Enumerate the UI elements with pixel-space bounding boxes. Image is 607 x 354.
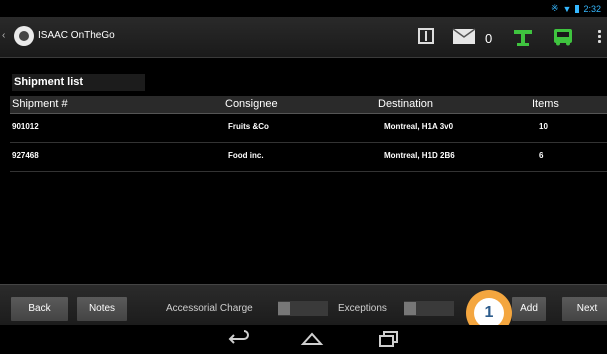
back-nav-icon[interactable] <box>228 330 250 348</box>
callout-number: 1 <box>474 298 504 328</box>
bottom-toolbar: Back Notes Accessorial Charge Exceptions… <box>0 284 607 325</box>
app-title: ISAAC OnTheGo <box>38 30 115 41</box>
cell-consignee: Food inc. <box>228 151 264 160</box>
column-shipment: Shipment # <box>12 98 68 110</box>
cell-destination: Montreal, H1A 3v0 <box>384 122 454 131</box>
plug-icon[interactable] <box>513 29 533 47</box>
home-nav-icon[interactable] <box>300 330 324 348</box>
cell-items: 6 <box>539 151 544 160</box>
cell-items: 10 <box>539 122 548 131</box>
column-consignee: Consignee <box>225 98 278 110</box>
status-time: 2:32 <box>583 3 601 14</box>
mail-count: 0 <box>485 31 493 46</box>
cell-shipment: 901012 <box>12 122 39 131</box>
toggle-knob <box>278 302 290 315</box>
back-button[interactable]: Back <box>11 297 68 321</box>
accessorial-charge-label: Accessorial Charge <box>166 303 253 314</box>
shipment-table: Shipment # Consignee Destination Items 9… <box>10 96 607 172</box>
add-button[interactable]: Add <box>512 297 546 321</box>
table-row[interactable]: 927468 Food inc. Montreal, H1D 2B6 6 <box>10 143 607 172</box>
grid-icon[interactable] <box>418 28 434 44</box>
column-items: Items <box>532 98 559 110</box>
app-logo-icon[interactable] <box>14 26 34 46</box>
table-row[interactable]: 901012 Fruits &Co Montreal, H1A 3v0 10 <box>10 114 607 143</box>
exceptions-toggle[interactable] <box>404 301 454 316</box>
wifi-icon: ▼ <box>562 3 572 14</box>
section-title: Shipment list <box>12 74 145 91</box>
status-icons: ※ ▼ 2:32 <box>551 3 601 14</box>
back-chevron-icon[interactable]: ‹ <box>2 30 8 42</box>
mail-icon[interactable] <box>452 28 476 45</box>
cell-shipment: 927468 <box>12 151 39 160</box>
battery-icon <box>575 4 580 13</box>
bus-icon[interactable] <box>553 28 573 46</box>
notes-button[interactable]: Notes <box>77 297 127 321</box>
exceptions-label: Exceptions <box>338 303 387 314</box>
recents-nav-icon[interactable] <box>378 330 400 348</box>
accessorial-charge-toggle[interactable] <box>278 301 328 316</box>
system-nav-bar <box>0 325 607 354</box>
bluetooth-icon: ※ <box>551 3 559 13</box>
toggle-knob <box>404 302 416 315</box>
shipment-list-screen: Shipment list Shipment # Consignee Desti… <box>0 58 607 284</box>
cell-consignee: Fruits &Co <box>228 122 269 131</box>
column-destination: Destination <box>378 98 434 110</box>
overflow-menu-icon[interactable] <box>598 30 601 44</box>
status-bar: ※ ▼ 2:32 <box>0 0 607 17</box>
next-button[interactable]: Next <box>562 297 607 321</box>
table-header: Shipment # Consignee Destination Items <box>10 96 607 114</box>
action-bar: ‹ ISAAC OnTheGo 0 <box>0 17 607 58</box>
cell-destination: Montreal, H1D 2B6 <box>384 151 455 160</box>
